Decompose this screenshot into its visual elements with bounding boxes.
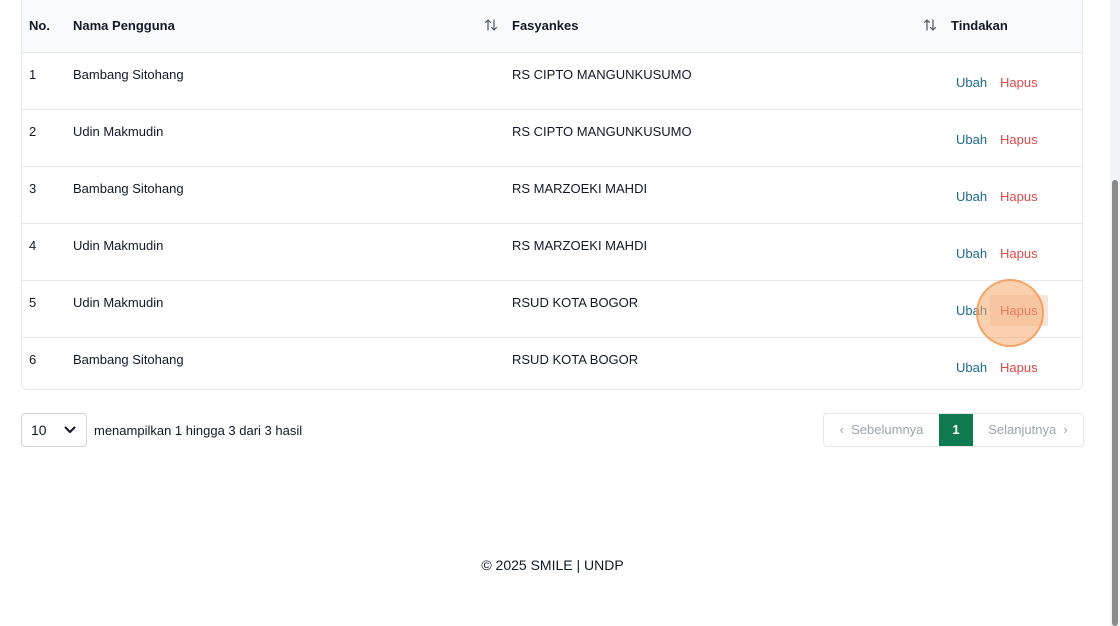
table-header: No. Nama Pengguna Fasyankes Tindakan	[22, 0, 1082, 53]
cell-no: 6	[29, 352, 37, 367]
edit-button[interactable]: Ubah	[956, 303, 987, 319]
cell-user: Udin Makmudin	[73, 295, 164, 310]
cell-facility: RSUD KOTA BOGOR	[512, 295, 639, 310]
delete-button[interactable]: Hapus	[1000, 246, 1038, 262]
edit-button[interactable]: Ubah	[956, 132, 987, 148]
cell-user: Bambang Sitohang	[73, 67, 184, 82]
scrollbar[interactable]	[1110, 0, 1120, 626]
next-page-label: Selanjutnya	[988, 422, 1057, 437]
cell-facility: RS MARZOEKI MAHDI	[512, 181, 648, 196]
sort-icon[interactable]	[923, 17, 937, 33]
table-row: 1 Bambang Sitohang RS CIPTO MANGUNKUSUMO…	[22, 53, 1082, 110]
sort-icon[interactable]	[484, 17, 498, 33]
cell-facility: RS CIPTO MANGUNKUSUMO	[512, 67, 692, 82]
cell-no: 5	[29, 295, 37, 310]
chevron-left-icon: ‹	[839, 422, 844, 437]
table-row: 5 Udin Makmudin RSUD KOTA BOGOR Ubah Hap…	[22, 281, 1082, 338]
header-no: No.	[29, 18, 50, 33]
edit-button[interactable]: Ubah	[956, 189, 987, 205]
cell-no: 1	[29, 67, 37, 82]
chevron-down-icon	[64, 426, 76, 433]
users-table: No. Nama Pengguna Fasyankes Tindakan 1 B…	[21, 0, 1083, 390]
page-size-value: 10	[31, 422, 47, 438]
table-row: 4 Udin Makmudin RS MARZOEKI MAHDI Ubah H…	[22, 224, 1082, 281]
header-action: Tindakan	[951, 18, 1008, 33]
page-size-select[interactable]: 10	[21, 413, 87, 447]
prev-page-button[interactable]: ‹ Sebelumnya	[824, 414, 939, 446]
cell-no: 3	[29, 181, 37, 196]
delete-button[interactable]: Hapus	[990, 295, 1048, 326]
table-row: 6 Bambang Sitohang RSUD KOTA BOGOR Ubah …	[22, 338, 1082, 389]
cell-user: Udin Makmudin	[73, 238, 164, 253]
cell-user: Udin Makmudin	[73, 124, 164, 139]
edit-button[interactable]: Ubah	[956, 360, 987, 376]
table-row: 3 Bambang Sitohang RS MARZOEKI MAHDI Uba…	[22, 167, 1082, 224]
cell-no: 4	[29, 238, 37, 253]
cell-user: Bambang Sitohang	[73, 352, 184, 367]
footer-copyright: © 2025 SMILE | UNDP	[481, 557, 624, 573]
next-page-button[interactable]: Selanjutnya ›	[973, 414, 1083, 446]
header-user: Nama Pengguna	[73, 18, 175, 33]
edit-button[interactable]: Ubah	[956, 75, 987, 91]
cell-user: Bambang Sitohang	[73, 181, 184, 196]
cell-facility: RSUD KOTA BOGOR	[512, 352, 639, 367]
edit-button[interactable]: Ubah	[956, 246, 987, 262]
cell-facility: RS CIPTO MANGUNKUSUMO	[512, 124, 692, 139]
cell-facility: RS MARZOEKI MAHDI	[512, 238, 648, 253]
scrollbar-thumb[interactable]	[1112, 180, 1118, 626]
chevron-right-icon: ›	[1063, 422, 1068, 437]
prev-page-label: Sebelumnya	[851, 422, 924, 437]
page-1-button[interactable]: 1	[939, 414, 973, 446]
delete-button-label: Hapus	[990, 295, 1048, 326]
delete-button[interactable]: Hapus	[1000, 132, 1038, 148]
delete-button[interactable]: Hapus	[1000, 189, 1038, 205]
header-facility: Fasyankes	[512, 18, 579, 33]
cell-no: 2	[29, 124, 37, 139]
table-row: 2 Udin Makmudin RS CIPTO MANGUNKUSUMO Ub…	[22, 110, 1082, 167]
pagination-info: menampilkan 1 hingga 3 dari 3 hasil	[94, 423, 303, 438]
delete-button[interactable]: Hapus	[1000, 360, 1038, 376]
pagination: ‹ Sebelumnya 1 Selanjutnya ›	[823, 413, 1084, 447]
delete-button[interactable]: Hapus	[1000, 75, 1038, 91]
